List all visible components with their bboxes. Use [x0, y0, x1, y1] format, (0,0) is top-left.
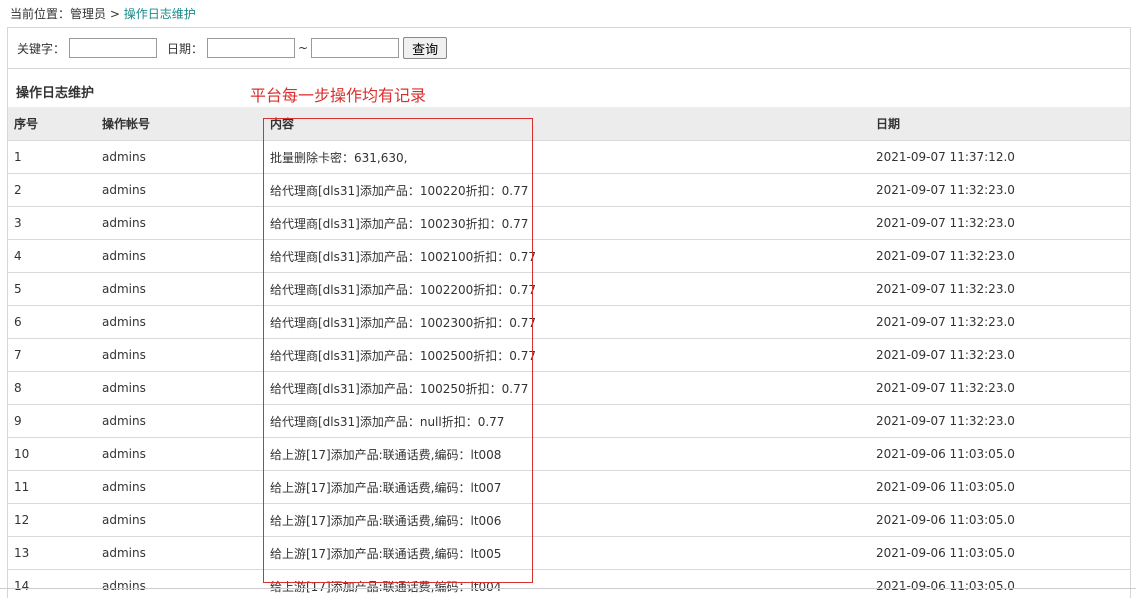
date-label: 日期：: [167, 40, 203, 57]
cell-date: 2021-09-07 11:32:23.0: [870, 273, 1130, 306]
cell-date: 2021-09-07 11:32:23.0: [870, 306, 1130, 339]
cell-index: 8: [8, 372, 96, 405]
table-row: 2admins给代理商[dls31]添加产品：100220折扣：0.772021…: [8, 174, 1130, 207]
log-panel: 关键字： 日期： ~ 查询 操作日志维护 平台每一步操作均有记录 序号 操作帐号…: [7, 27, 1131, 598]
cell-date: 2021-09-06 11:03:05.0: [870, 504, 1130, 537]
cell-account: admins: [96, 141, 264, 174]
cell-account: admins: [96, 504, 264, 537]
table-row: 14admins给上游[17]添加产品:联通话费,编码：lt0042021-09…: [8, 570, 1130, 602]
table-row: 8admins给代理商[dls31]添加产品：100250折扣：0.772021…: [8, 372, 1130, 405]
cell-date: 2021-09-07 11:32:23.0: [870, 240, 1130, 273]
section-title: 操作日志维护: [16, 82, 94, 101]
log-table: 序号 操作帐号 内容 日期 1admins批量删除卡密：631,630,2021…: [8, 107, 1130, 602]
keyword-label: 关键字：: [17, 40, 65, 57]
cell-index: 2: [8, 174, 96, 207]
cell-content: 给上游[17]添加产品:联通话费,编码：lt007: [264, 471, 870, 504]
cell-content: 给代理商[dls31]添加产品：100250折扣：0.77: [264, 372, 870, 405]
cell-date: 2021-09-06 11:03:05.0: [870, 570, 1130, 602]
table-row: 3admins给代理商[dls31]添加产品：100230折扣：0.772021…: [8, 207, 1130, 240]
cell-index: 3: [8, 207, 96, 240]
breadcrumb-parent[interactable]: 管理员: [70, 7, 106, 21]
annotation-note: 平台每一步操作均有记录: [250, 82, 426, 106]
cell-account: admins: [96, 306, 264, 339]
table-row: 10admins给上游[17]添加产品:联通话费,编码：lt0082021-09…: [8, 438, 1130, 471]
cell-index: 5: [8, 273, 96, 306]
cell-content: 给代理商[dls31]添加产品：1002500折扣：0.77: [264, 339, 870, 372]
cell-date: 2021-09-07 11:37:12.0: [870, 141, 1130, 174]
date-from-input[interactable]: [207, 38, 295, 58]
col-header-account: 操作帐号: [96, 107, 264, 141]
cell-account: admins: [96, 207, 264, 240]
table-row: 13admins给上游[17]添加产品:联通话费,编码：lt0052021-09…: [8, 537, 1130, 570]
cell-account: admins: [96, 570, 264, 602]
breadcrumb-separator: >: [110, 7, 120, 21]
cell-date: 2021-09-06 11:03:05.0: [870, 438, 1130, 471]
col-header-date: 日期: [870, 107, 1130, 141]
cell-date: 2021-09-07 11:32:23.0: [870, 405, 1130, 438]
log-table-body: 1admins批量删除卡密：631,630,2021-09-07 11:37:1…: [8, 141, 1130, 602]
breadcrumb-prefix: 当前位置：: [10, 7, 70, 21]
col-header-content: 内容: [264, 107, 870, 141]
cell-date: 2021-09-07 11:32:23.0: [870, 372, 1130, 405]
cell-index: 4: [8, 240, 96, 273]
table-row: 12admins给上游[17]添加产品:联通话费,编码：lt0062021-09…: [8, 504, 1130, 537]
cell-account: admins: [96, 471, 264, 504]
cell-index: 9: [8, 405, 96, 438]
cell-content: 给代理商[dls31]添加产品：1002100折扣：0.77: [264, 240, 870, 273]
cell-date: 2021-09-07 11:32:23.0: [870, 207, 1130, 240]
query-button[interactable]: 查询: [403, 37, 447, 59]
cell-content: 给上游[17]添加产品:联通话费,编码：lt004: [264, 570, 870, 602]
table-row: 9admins给代理商[dls31]添加产品：null折扣：0.772021-0…: [8, 405, 1130, 438]
cell-account: admins: [96, 240, 264, 273]
cell-content: 给代理商[dls31]添加产品：1002300折扣：0.77: [264, 306, 870, 339]
table-row: 7admins给代理商[dls31]添加产品：1002500折扣：0.77202…: [8, 339, 1130, 372]
cell-index: 12: [8, 504, 96, 537]
cell-index: 11: [8, 471, 96, 504]
col-header-index: 序号: [8, 107, 96, 141]
cell-content: 给上游[17]添加产品:联通话费,编码：lt005: [264, 537, 870, 570]
table-row: 4admins给代理商[dls31]添加产品：1002100折扣：0.77202…: [8, 240, 1130, 273]
table-row: 11admins给上游[17]添加产品:联通话费,编码：lt0072021-09…: [8, 471, 1130, 504]
cell-index: 6: [8, 306, 96, 339]
cell-account: admins: [96, 174, 264, 207]
keyword-input[interactable]: [69, 38, 157, 58]
bottom-divider: [0, 588, 1136, 589]
breadcrumb: 当前位置：管理员 > 操作日志维护: [10, 5, 196, 22]
breadcrumb-current: 操作日志维护: [124, 7, 196, 21]
cell-index: 14: [8, 570, 96, 602]
cell-account: admins: [96, 372, 264, 405]
cell-account: admins: [96, 438, 264, 471]
table-header-row: 序号 操作帐号 内容 日期: [8, 107, 1130, 141]
cell-content: 给代理商[dls31]添加产品：1002200折扣：0.77: [264, 273, 870, 306]
cell-account: admins: [96, 273, 264, 306]
cell-date: 2021-09-07 11:32:23.0: [870, 174, 1130, 207]
cell-account: admins: [96, 405, 264, 438]
table-row: 6admins给代理商[dls31]添加产品：1002300折扣：0.77202…: [8, 306, 1130, 339]
cell-content: 给上游[17]添加产品:联通话费,编码：lt008: [264, 438, 870, 471]
date-separator: ~: [298, 41, 308, 55]
cell-date: 2021-09-06 11:03:05.0: [870, 537, 1130, 570]
cell-index: 7: [8, 339, 96, 372]
cell-content: 批量删除卡密：631,630,: [264, 141, 870, 174]
cell-account: admins: [96, 537, 264, 570]
cell-index: 13: [8, 537, 96, 570]
cell-date: 2021-09-07 11:32:23.0: [870, 339, 1130, 372]
cell-date: 2021-09-06 11:03:05.0: [870, 471, 1130, 504]
table-row: 5admins给代理商[dls31]添加产品：1002200折扣：0.77202…: [8, 273, 1130, 306]
section-header: 操作日志维护 平台每一步操作均有记录: [8, 69, 1130, 107]
cell-account: admins: [96, 339, 264, 372]
search-bar: 关键字： 日期： ~ 查询: [8, 28, 1130, 69]
cell-content: 给代理商[dls31]添加产品：100220折扣：0.77: [264, 174, 870, 207]
table-row: 1admins批量删除卡密：631,630,2021-09-07 11:37:1…: [8, 141, 1130, 174]
cell-content: 给代理商[dls31]添加产品：100230折扣：0.77: [264, 207, 870, 240]
cell-content: 给上游[17]添加产品:联通话费,编码：lt006: [264, 504, 870, 537]
cell-content: 给代理商[dls31]添加产品：null折扣：0.77: [264, 405, 870, 438]
date-to-input[interactable]: [311, 38, 399, 58]
cell-index: 10: [8, 438, 96, 471]
cell-index: 1: [8, 141, 96, 174]
